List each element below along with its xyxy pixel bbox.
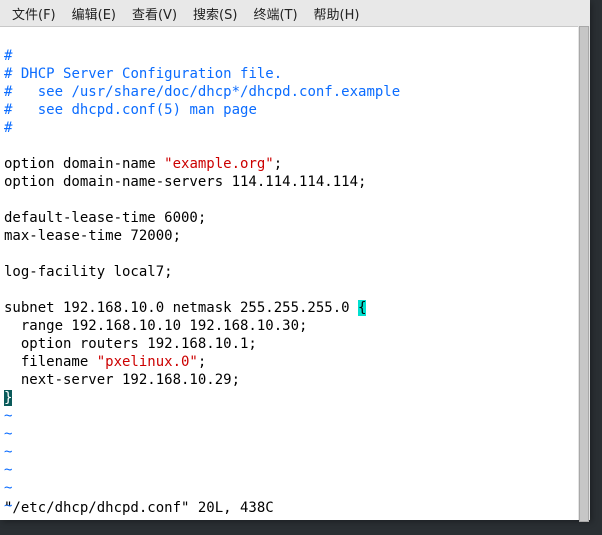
- menu-search[interactable]: 搜索(S): [185, 3, 245, 24]
- comment-text: DHCP Server Configuration file.: [12, 66, 282, 82]
- code-text: next-server 192.168.10.29;: [4, 372, 240, 388]
- tilde-line: ~: [4, 408, 12, 424]
- tilde-line: ~: [4, 426, 12, 442]
- line: #: [4, 48, 12, 64]
- code-text: ;: [198, 354, 206, 370]
- status-line: "/etc/dhcp/dhcpd.conf" 20L, 438C: [0, 500, 590, 520]
- scrollbar[interactable]: [578, 26, 590, 520]
- code-text: option domain-name: [4, 156, 164, 172]
- code-text: subnet 192.168.10.0 netmask 255.255.255.…: [4, 300, 358, 316]
- tilde-line: ~: [4, 444, 12, 460]
- line: log-facility local7;: [4, 264, 173, 280]
- tilde-icon: ~: [4, 462, 12, 478]
- line: default-lease-time 6000;: [4, 210, 206, 226]
- code-text: range 192.168.10.10 192.168.10.30;: [4, 318, 307, 334]
- line: option domain-name "example.org";: [4, 156, 282, 172]
- line: next-server 192.168.10.29;: [4, 372, 240, 388]
- line: }: [4, 390, 12, 406]
- terminal-window: 文件(F) 编辑(E) 查看(V) 搜索(S) 终端(T) 帮助(H) # # …: [0, 0, 590, 520]
- menu-help[interactable]: 帮助(H): [306, 3, 368, 24]
- code-text: log-facility local7;: [4, 264, 173, 280]
- tilde-line: ~: [4, 480, 12, 496]
- menu-terminal[interactable]: 终端(T): [245, 3, 305, 24]
- tilde-icon: ~: [4, 480, 12, 496]
- status-text: "/etc/dhcp/dhcpd.conf" 20L, 438C: [4, 500, 274, 516]
- comment-text: see /usr/share/doc/dhcp*/dhcpd.conf.exam…: [12, 84, 400, 100]
- line: filename "pxelinux.0";: [4, 354, 206, 370]
- line: option domain-name-servers 114.114.114.1…: [4, 174, 366, 190]
- comment-hash: #: [4, 120, 12, 136]
- code-text: default-lease-time 6000;: [4, 210, 206, 226]
- line: #: [4, 120, 12, 136]
- menu-edit[interactable]: 编辑(E): [64, 3, 124, 24]
- line: # DHCP Server Configuration file.: [4, 66, 282, 82]
- tilde-icon: ~: [4, 408, 12, 424]
- tilde-icon: ~: [4, 444, 12, 460]
- comment-hash: #: [4, 48, 12, 64]
- line: # see /usr/share/doc/dhcp*/dhcpd.conf.ex…: [4, 84, 400, 100]
- code-text: max-lease-time 72000;: [4, 228, 181, 244]
- tilde-line: ~: [4, 462, 12, 478]
- code-text: option domain-name-servers 114.114.114.1…: [4, 174, 366, 190]
- code-text: filename: [4, 354, 97, 370]
- menu-view[interactable]: 查看(V): [124, 3, 185, 24]
- menu-file[interactable]: 文件(F): [4, 3, 64, 24]
- tilde-icon: ~: [4, 426, 12, 442]
- string-literal: "example.org": [164, 156, 274, 172]
- scrollbar-thumb[interactable]: [579, 26, 589, 522]
- string-literal: "pxelinux.0": [97, 354, 198, 370]
- editor-area[interactable]: # # DHCP Server Configuration file. # se…: [0, 27, 590, 535]
- brace-match-icon: {: [358, 300, 366, 316]
- line: subnet 192.168.10.0 netmask 255.255.255.…: [4, 300, 366, 316]
- line: # see dhcpd.conf(5) man page: [4, 102, 257, 118]
- code-text: option routers 192.168.10.1;: [4, 336, 257, 352]
- code-text: ;: [274, 156, 282, 172]
- cursor-brace-icon: }: [4, 390, 12, 406]
- line: range 192.168.10.10 192.168.10.30;: [4, 318, 307, 334]
- line: max-lease-time 72000;: [4, 228, 181, 244]
- line: option routers 192.168.10.1;: [4, 336, 257, 352]
- menubar: 文件(F) 编辑(E) 查看(V) 搜索(S) 终端(T) 帮助(H): [0, 0, 590, 27]
- comment-text: see dhcpd.conf(5) man page: [12, 102, 256, 118]
